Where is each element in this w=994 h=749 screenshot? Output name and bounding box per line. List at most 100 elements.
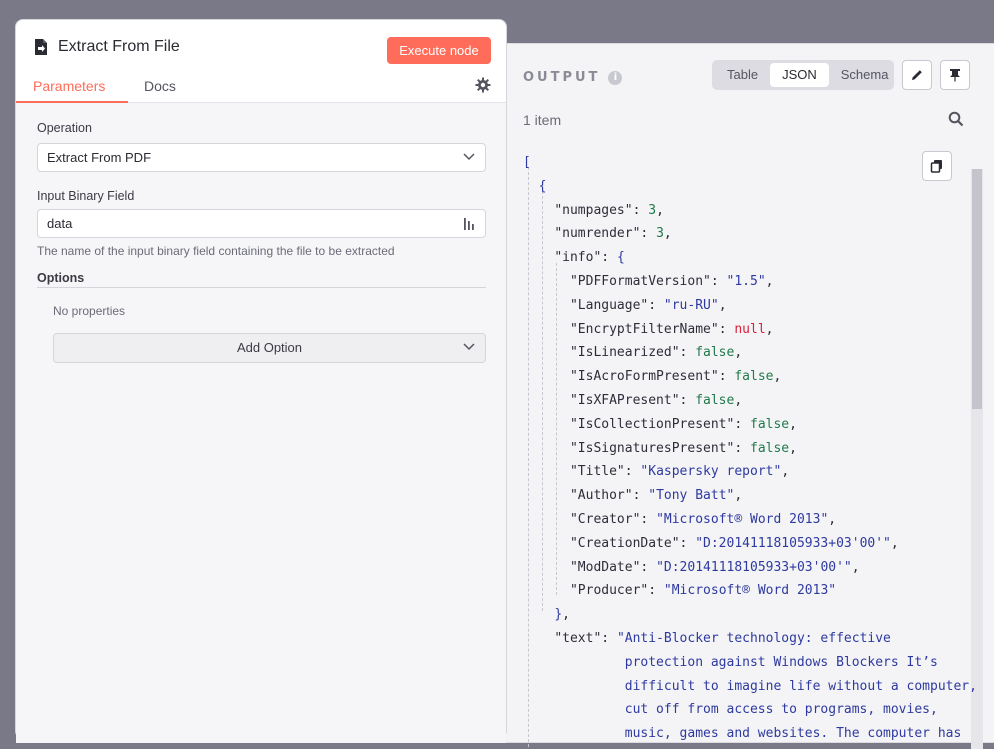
add-option-label: Add Option [236, 340, 303, 355]
json-line: "PDFFormatVersion": "1.5", [569, 273, 774, 289]
pin-output-button[interactable] [940, 60, 970, 90]
json-line: "CreationDate": "D:20141118105933+03'00'… [569, 535, 899, 551]
info-icon[interactable]: i [608, 70, 623, 85]
json-key: "Producer" [569, 583, 649, 599]
json-line: "ModDate": "D:20141118105933+03'00'", [569, 559, 860, 575]
json-key: "IsAcroFormPresent" [569, 369, 719, 385]
node-header: Extract From File [32, 38, 180, 56]
pin-icon [950, 69, 960, 82]
json-value: music, games and websites. The computer … [624, 726, 962, 742]
view-toggle: Table JSON Schema [712, 60, 894, 90]
json-line: "Author": "Tony Batt", [569, 488, 743, 504]
json-line: "text": "Anti-Blocker technology: effect… [554, 630, 891, 646]
view-schema-button[interactable]: Schema [829, 63, 901, 87]
json-value: 3 [648, 202, 657, 218]
json-line: "IsAcroFormPresent": false, [569, 369, 782, 385]
json-line: { [538, 178, 547, 194]
json-key: "Creator" [569, 511, 641, 527]
options-divider [37, 287, 486, 288]
json-key: "CreationDate" [569, 535, 680, 551]
json-value: cut off from access to programs, movies, [624, 702, 938, 718]
json-line: "numrender": 3, [554, 226, 672, 242]
json-line: "Creator": "Microsoft® Word 2013", [569, 511, 837, 527]
json-value: "Kaspersky report" [640, 464, 782, 480]
json-line: cut off from access to programs, movies, [523, 698, 963, 722]
json-scrollbar[interactable] [971, 169, 983, 749]
json-value: "D:20141118105933+03'00'" [695, 535, 891, 551]
node-title: Extract From File [58, 38, 180, 55]
json-line: music, games and websites. The computer … [523, 722, 963, 746]
json-line: "info": { [554, 250, 625, 266]
json-line: "IsCollectionPresent": false, [569, 416, 797, 432]
json-view: [ { "numpages": 3, "numrender": 3, "info… [523, 151, 977, 747]
json-value: false [734, 369, 774, 385]
json-line: "IsXFAPresent": false, [569, 392, 743, 408]
json-value: false [750, 440, 790, 456]
json-value: false [695, 392, 735, 408]
json-value: "Microsoft® Word 2013" [656, 511, 829, 527]
json-line: }, [554, 607, 570, 623]
json-key: "Author" [569, 488, 633, 504]
chevron-down-icon [463, 153, 475, 161]
json-key: "Language" [569, 297, 649, 313]
pencil-icon [912, 70, 922, 80]
json-key: "IsCollectionPresent" [569, 416, 735, 432]
json-key: "IsSignaturesPresent" [569, 440, 735, 456]
scrollbar-thumb[interactable] [972, 169, 982, 409]
json-line: difficult to imagine life without a comp… [523, 675, 977, 699]
tab-parameters[interactable]: Parameters [33, 78, 105, 94]
expression-toggle-icon[interactable] [463, 217, 475, 231]
parameters-body: Operation Extract From PDF Input Binary … [16, 103, 506, 743]
json-value: "Anti-Blocker technology: effective [616, 630, 891, 646]
node-tabs: Parameters Docs [16, 72, 506, 103]
binary-field-label: Input Binary Field [37, 189, 135, 203]
view-table-button[interactable]: Table [715, 63, 770, 87]
json-key: "ModDate" [569, 559, 641, 575]
json-line: "Producer": "Microsoft® Word 2013" [569, 583, 837, 599]
tab-docs[interactable]: Docs [144, 78, 176, 94]
json-line: "numpages": 3, [554, 202, 664, 218]
output-panel: OUTPUT i Table JSON Schema 1 item [{"n… [486, 43, 994, 749]
json-key: "IsLinearized" [569, 345, 680, 361]
file-extract-icon [35, 39, 47, 55]
json-value: false [695, 345, 735, 361]
json-value: null [734, 321, 766, 337]
json-value: "ru-RU" [663, 297, 719, 313]
json-line: "IsSignaturesPresent": false, [569, 440, 797, 456]
binary-field-hint: The name of the input binary field conta… [37, 244, 395, 258]
json-line: [ [523, 155, 531, 170]
no-properties-text: No properties [53, 304, 126, 318]
binary-field-input[interactable]: data [37, 209, 486, 238]
operation-label: Operation [37, 121, 92, 135]
json-line: "Language": "ru-RU", [569, 297, 727, 313]
item-count: 1 item [523, 112, 562, 128]
gear-icon[interactable] [475, 77, 491, 93]
edit-output-button[interactable] [902, 60, 932, 90]
add-option-button[interactable]: Add Option [53, 333, 486, 363]
json-value: "Microsoft® Word 2013" [663, 583, 837, 599]
search-icon[interactable] [948, 111, 964, 127]
json-value: "D:20141118105933+03'00'" [656, 559, 852, 575]
json-value: "Tony Batt" [648, 488, 735, 504]
json-key: "PDFFormatVersion" [569, 273, 711, 289]
operation-select[interactable]: Extract From PDF [37, 143, 486, 172]
copy-icon [930, 160, 942, 173]
execute-node-button[interactable]: Execute node [387, 37, 491, 64]
binary-field-value: data [47, 216, 73, 231]
json-value: 3 [656, 226, 664, 242]
json-value: false [750, 416, 790, 432]
parameters-panel: Extract From File Execute node Parameter… [15, 19, 507, 743]
output-title: OUTPUT [523, 70, 601, 85]
operation-value: Extract From PDF [47, 150, 152, 165]
options-label: Options [37, 271, 85, 285]
json-key: "EncryptFilterName" [569, 321, 719, 337]
view-json-button[interactable]: JSON [770, 63, 829, 87]
json-value: difficult to imagine life without a comp… [624, 678, 977, 694]
copy-json-button[interactable] [922, 151, 952, 181]
chevron-down-icon [463, 343, 475, 351]
json-key: "IsXFAPresent" [569, 392, 680, 408]
json-value: "1.5" [726, 273, 766, 289]
json-value: protection against Windows Blockers It’s [624, 654, 938, 670]
json-line: "EncryptFilterName": null, [569, 321, 774, 337]
json-line: protection against Windows Blockers It’s [523, 651, 963, 675]
